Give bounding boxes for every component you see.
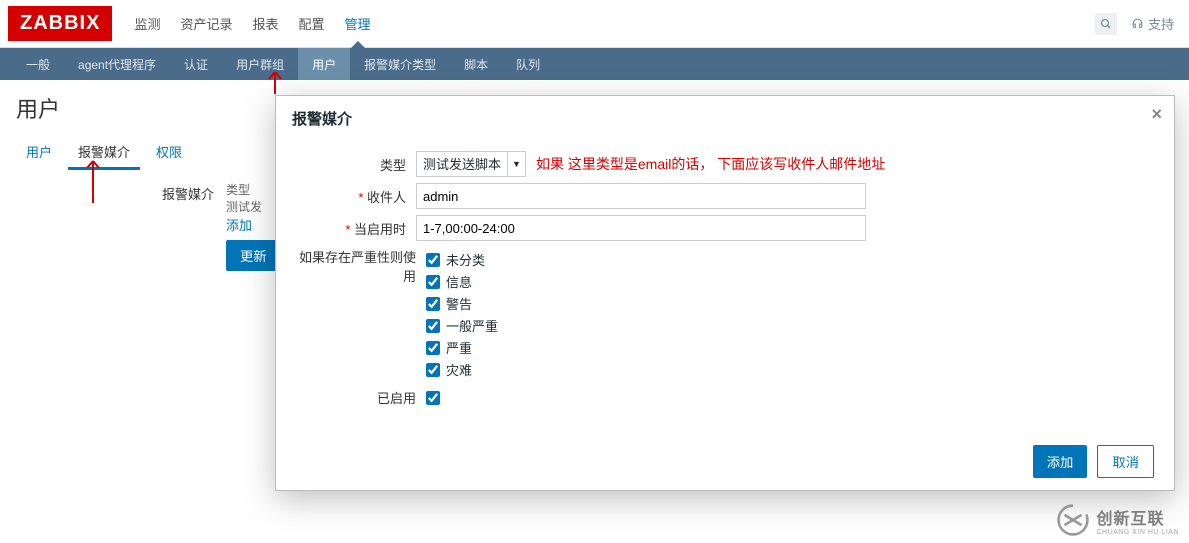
label-severity: 如果存在严重性则使用: [296, 247, 426, 285]
annotation-email: 如果 这里类型是email的话， 下面应该写收件人邮件地址: [536, 154, 885, 174]
search-icon[interactable]: [1095, 13, 1117, 35]
logo[interactable]: ZABBIX: [8, 6, 112, 41]
support-link[interactable]: 支持: [1131, 14, 1174, 33]
label-recipient: 收件人: [296, 187, 416, 206]
nav-config[interactable]: 配置: [289, 0, 335, 47]
chevron-down-icon[interactable]: ▼: [508, 151, 526, 177]
dialog-title-text: 报警媒介: [292, 111, 352, 128]
severity-notclassified-checkbox[interactable]: [426, 253, 440, 267]
severity-disaster-label: 灾难: [446, 360, 472, 379]
top-right: 支持: [1095, 13, 1174, 35]
nav-admin[interactable]: 管理: [335, 0, 381, 47]
severity-high-checkbox[interactable]: [426, 341, 440, 355]
subnav-mediatypes[interactable]: 报警媒介类型: [350, 48, 450, 80]
close-icon[interactable]: ×: [1151, 104, 1162, 125]
severity-notclassified-label: 未分类: [446, 250, 485, 269]
subnav-queue[interactable]: 队列: [502, 48, 554, 80]
watermark: 创新互联 CHUANG XIN HU LIAN: [1056, 503, 1179, 537]
watermark-cn: 创新互联: [1096, 505, 1179, 529]
label-when-active: 当启用时: [296, 219, 416, 238]
severity-warning-checkbox[interactable]: [426, 297, 440, 311]
subnav-general[interactable]: 一般: [12, 48, 64, 80]
severity-info-checkbox[interactable]: [426, 275, 440, 289]
sub-nav: 一般 agent代理程序 认证 用户群组 用户 报警媒介类型 脚本 队列: [0, 48, 1189, 80]
when-active-input[interactable]: [416, 215, 866, 241]
update-button[interactable]: 更新: [226, 240, 281, 271]
col-type: 类型: [226, 181, 262, 198]
tab-permissions[interactable]: 权限: [146, 136, 192, 170]
severity-info-label: 信息: [446, 272, 472, 291]
severity-high-label: 严重: [446, 338, 472, 357]
media-dialog: 报警媒介 × 类型 测试发送脚本 ▼ 如果 这里类型是email的话， 下面应该…: [275, 95, 1175, 491]
nav-inventory[interactable]: 资产记录: [170, 0, 242, 47]
support-label: 支持: [1148, 14, 1174, 33]
subnav-usergroups[interactable]: 用户群组: [222, 48, 298, 80]
tab-media[interactable]: 报警媒介: [68, 136, 140, 170]
label-enabled: 已启用: [296, 388, 426, 407]
headset-icon: [1131, 17, 1144, 30]
top-nav: ZABBIX 监测 资产记录 报表 配置 管理 支持: [0, 0, 1189, 48]
watermark-en: CHUANG XIN HU LIAN: [1096, 529, 1179, 536]
severity-average-checkbox[interactable]: [426, 319, 440, 333]
watermark-icon: [1056, 503, 1090, 537]
row-testsend: 测试发: [226, 198, 262, 215]
recipient-input[interactable]: [416, 183, 866, 209]
severity-warning-label: 警告: [446, 294, 472, 313]
label-media: 报警媒介: [16, 181, 226, 203]
dialog-title: 报警媒介 ×: [276, 96, 1174, 141]
nav-monitoring[interactable]: 监测: [124, 0, 170, 47]
link-add-media[interactable]: 添加: [226, 215, 262, 234]
label-type: 类型: [296, 155, 416, 174]
subnav-auth[interactable]: 认证: [170, 48, 222, 80]
subnav-proxies[interactable]: agent代理程序: [64, 48, 170, 80]
tab-user[interactable]: 用户: [16, 136, 62, 170]
subnav-users[interactable]: 用户: [298, 48, 350, 80]
cancel-button[interactable]: 取消: [1097, 445, 1154, 478]
nav-reports[interactable]: 报表: [242, 0, 288, 47]
type-select[interactable]: 测试发送脚本: [416, 151, 508, 177]
add-button[interactable]: 添加: [1033, 445, 1088, 478]
top-menu: 监测 资产记录 报表 配置 管理: [124, 0, 1095, 47]
subnav-scripts[interactable]: 脚本: [450, 48, 502, 80]
severity-average-label: 一般严重: [446, 316, 498, 335]
enabled-checkbox[interactable]: [426, 391, 440, 405]
severity-disaster-checkbox[interactable]: [426, 363, 440, 377]
